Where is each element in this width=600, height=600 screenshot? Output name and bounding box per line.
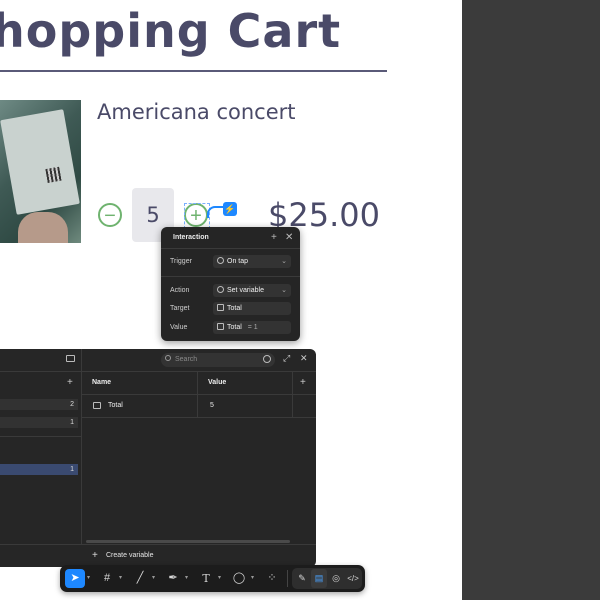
interaction-link-icon[interactable]: ⚡ xyxy=(223,202,237,216)
decrease-quantity-button[interactable]: − xyxy=(98,203,122,227)
frame-tool-icon[interactable]: # xyxy=(98,569,116,588)
product-image xyxy=(0,100,81,243)
chevron-down-icon[interactable]: ▾ xyxy=(185,569,188,588)
components-tool-icon[interactable]: ⁘ xyxy=(263,569,281,588)
row-divider xyxy=(82,417,316,418)
target-label: Target xyxy=(170,305,190,312)
canvas-background-dark xyxy=(462,0,600,600)
column-divider xyxy=(81,349,82,544)
add-icon[interactable]: + xyxy=(271,232,277,243)
bottom-toolbar: ➤ ▾ # ▾ ╱ ▾ ✒ ▾ T ▾ ◯ ▾ ⁘ ✎ ▤ ◎ </> xyxy=(60,565,365,592)
header-divider xyxy=(0,371,316,372)
action-label: Action xyxy=(170,287,190,294)
tap-icon xyxy=(217,257,224,264)
table-row[interactable]: Total 5 xyxy=(82,395,316,417)
chevron-down-icon: ⌄ xyxy=(281,287,287,294)
toolbar-divider xyxy=(287,570,288,587)
chevron-down-icon[interactable]: ▾ xyxy=(119,569,122,588)
close-icon[interactable]: ✕ xyxy=(285,232,293,243)
add-column-icon[interactable]: + xyxy=(300,377,306,388)
pen-tool-icon[interactable]: ✒ xyxy=(164,569,182,588)
create-variable-button[interactable]: Create variable xyxy=(106,552,153,559)
collection-item[interactable]: 1 xyxy=(0,417,78,428)
variable-icon xyxy=(217,323,224,330)
action-select[interactable]: Set variable ⌄ xyxy=(213,284,291,297)
filter-icon[interactable] xyxy=(263,355,271,363)
interaction-title: Interaction xyxy=(173,234,209,241)
search-input[interactable]: Search xyxy=(161,353,275,367)
variables-panel: Search ⤢ ✕ + 2 1 1 Name Value + Total 5 … xyxy=(0,349,316,567)
variable-value[interactable]: 5 xyxy=(210,402,214,409)
horizontal-scrollbar[interactable] xyxy=(86,540,290,543)
variable-icon xyxy=(217,286,224,293)
sidebar-divider xyxy=(0,436,81,437)
interaction-popover: Interaction + ✕ Trigger On tap ⌄ Action … xyxy=(161,227,300,341)
code-mode-icon[interactable]: </> xyxy=(345,569,361,588)
column-header-value: Value xyxy=(208,379,227,386)
variable-icon xyxy=(93,402,101,409)
ticket-graphic xyxy=(0,109,80,215)
column-header-name: Name xyxy=(92,379,112,386)
value-expression: = 1 xyxy=(247,324,258,331)
variable-icon xyxy=(217,304,224,311)
add-icon: + xyxy=(92,550,98,561)
dev-mode-icon[interactable]: ◎ xyxy=(328,569,344,588)
chevron-down-icon[interactable]: ▾ xyxy=(87,569,90,588)
popover-divider xyxy=(161,276,300,277)
chevron-down-icon[interactable]: ▾ xyxy=(251,569,254,588)
close-icon[interactable]: ✕ xyxy=(300,353,308,364)
footer-divider xyxy=(0,544,316,545)
comment-tool-icon[interactable]: ◯ xyxy=(230,569,248,588)
trigger-label: Trigger xyxy=(170,258,192,265)
trigger-select[interactable]: On tap ⌄ xyxy=(213,255,291,268)
cart-title: hopping Cart xyxy=(0,4,342,58)
value-label: Value xyxy=(170,324,188,331)
chevron-down-icon: ⌄ xyxy=(281,258,287,265)
chevron-down-icon[interactable]: ▾ xyxy=(218,569,221,588)
trigger-value: On tap xyxy=(227,258,249,265)
product-name: Americana concert xyxy=(97,100,296,124)
design-mode-icon[interactable]: ✎ xyxy=(294,569,310,588)
move-tool-icon[interactable]: ➤ xyxy=(65,569,85,588)
expand-icon[interactable]: ⤢ xyxy=(283,353,290,364)
collection-item[interactable]: 2 xyxy=(0,399,78,410)
value-variable: Total xyxy=(227,324,242,331)
prototype-mode-icon[interactable]: ▤ xyxy=(311,569,327,588)
value-field[interactable]: Total = 1 xyxy=(213,321,291,334)
popover-divider xyxy=(161,248,300,249)
hand-graphic xyxy=(18,212,68,243)
search-icon xyxy=(165,355,171,361)
collection-item-selected[interactable]: 1 xyxy=(0,464,78,475)
action-value: Set variable xyxy=(227,287,264,294)
variable-name: Total xyxy=(108,402,123,409)
sidebar-toggle-icon[interactable] xyxy=(66,355,75,362)
title-divider xyxy=(0,70,387,72)
target-field[interactable]: Total xyxy=(213,302,291,315)
target-value: Total xyxy=(227,305,242,312)
line-tool-icon[interactable]: ╱ xyxy=(131,569,149,588)
chevron-down-icon[interactable]: ▾ xyxy=(152,569,155,588)
add-collection-icon[interactable]: + xyxy=(67,377,73,388)
mode-switcher: ✎ ▤ ◎ </> xyxy=(292,568,362,589)
text-tool-icon[interactable]: T xyxy=(197,569,215,588)
